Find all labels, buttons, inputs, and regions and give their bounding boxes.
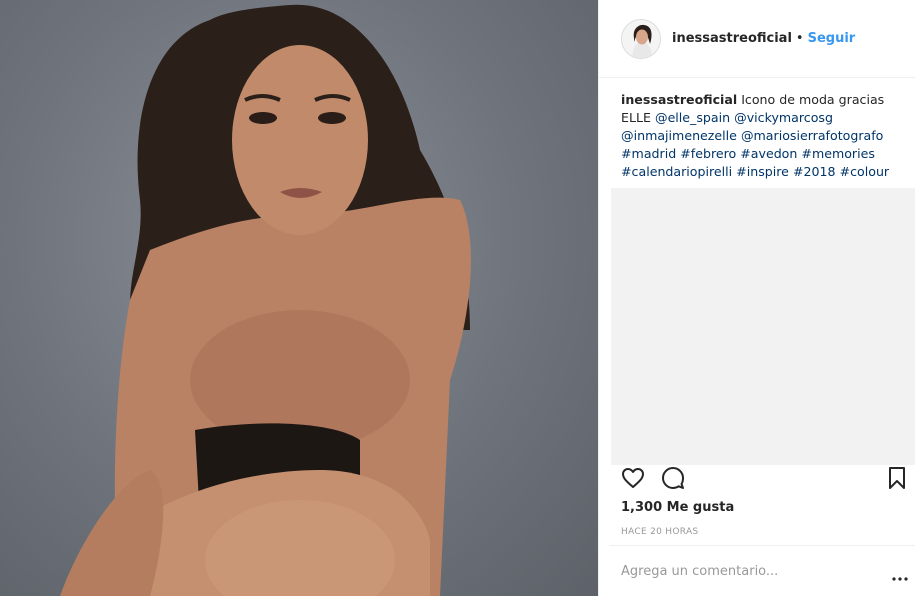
mention-link[interactable]: @elle_spain	[655, 110, 730, 125]
post-caption: inessastreoficial Icono de moda gracias …	[621, 91, 901, 181]
comment-input[interactable]	[621, 563, 861, 579]
hashtag-link[interactable]: #madrid	[621, 146, 676, 161]
post-side-panel: inessastreoficial • Seguir inessastreofi…	[598, 0, 915, 596]
hashtag-link[interactable]: #calendariopirelli	[621, 164, 732, 179]
post-image[interactable]	[0, 0, 598, 596]
comments-list[interactable]	[611, 188, 915, 465]
more-options-icon[interactable]	[892, 566, 908, 585]
hashtag-link[interactable]: #inspire	[736, 164, 789, 179]
likes-count[interactable]: 1,300 Me gusta	[621, 500, 734, 515]
bookmark-icon[interactable]	[887, 466, 907, 494]
post-image-illustration	[60, 4, 471, 596]
mention-link[interactable]: @inmajimenezelle	[621, 128, 737, 143]
avatar[interactable]	[621, 18, 661, 59]
hashtag-link[interactable]: #febrero	[680, 146, 736, 161]
follow-button[interactable]: Seguir	[808, 31, 856, 46]
mention-link[interactable]: @mariosierrafotografo	[741, 128, 883, 143]
post-header: inessastreoficial • Seguir	[599, 0, 915, 78]
hashtag-link[interactable]: #avedon	[740, 146, 797, 161]
comment-icon[interactable]	[661, 466, 685, 494]
hashtag-link[interactable]: #memories	[801, 146, 875, 161]
add-comment-section	[609, 545, 915, 596]
caption-username[interactable]: inessastreoficial	[621, 92, 737, 107]
heart-icon[interactable]	[621, 466, 645, 494]
post-timestamp: HACE 20 HORAS	[621, 527, 699, 537]
hashtag-link[interactable]: #2018	[793, 164, 836, 179]
hashtag-link[interactable]: #colour	[840, 164, 890, 179]
mention-link[interactable]: @vickymarcosg	[734, 110, 833, 125]
header-username[interactable]: inessastreoficial	[672, 31, 792, 46]
header-separator: •	[795, 31, 804, 46]
post-actions	[621, 466, 911, 492]
